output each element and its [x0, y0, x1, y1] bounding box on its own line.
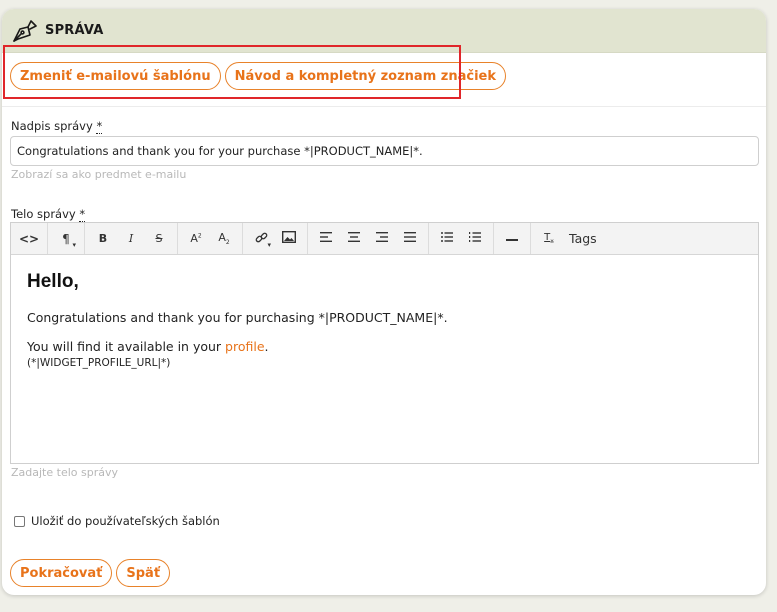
divider [2, 106, 766, 107]
dropdown-caret-icon: ▾ [267, 240, 271, 249]
link-button[interactable]: ▾ [247, 227, 275, 251]
subject-value: Congratulations and thank you for your p… [17, 144, 423, 158]
subscript-letter: A [218, 230, 226, 244]
align-left-button[interactable] [312, 227, 340, 251]
change-template-button[interactable]: Zmeniť e-mailovú šablónu [10, 62, 221, 90]
guide-button[interactable]: Návod a kompletný zoznam značiek [224, 62, 506, 90]
image-button[interactable] [275, 227, 303, 251]
clear-format-icon: Tx [544, 232, 554, 245]
source-code-button[interactable]: <> [15, 227, 43, 251]
align-right-button[interactable] [368, 227, 396, 251]
image-icon [281, 230, 297, 246]
content-heading: Hello, [27, 271, 79, 292]
align-justify-icon [404, 232, 416, 245]
template-actions: Zmeniť e-mailovú šablónu Návod a komplet… [10, 62, 506, 90]
bold-button[interactable]: B [89, 227, 117, 251]
required-mark: * [96, 119, 103, 134]
align-justify-button[interactable] [396, 227, 424, 251]
superscript-button[interactable]: A2 [182, 227, 210, 251]
subject-hint: Zobrazí sa ako predmet e-mailu [11, 168, 187, 181]
code-icon: <> [18, 231, 40, 246]
align-right-icon [376, 232, 388, 245]
bullet-list-icon [441, 232, 453, 245]
numbered-list-icon [469, 232, 481, 245]
subscript-button[interactable]: A2 [210, 227, 238, 251]
horizontal-rule-button[interactable] [498, 227, 526, 251]
editor-content[interactable]: Hello, Congratulations and thank you for… [11, 255, 758, 369]
horizontal-rule-icon [506, 232, 518, 245]
align-center-button[interactable] [340, 227, 368, 251]
pen-nib-icon [11, 18, 37, 44]
body-label: Telo správy * [11, 207, 86, 222]
paragraph-icon: ¶ [62, 231, 70, 246]
section-title: SPRÁVA [45, 23, 104, 38]
body-hint: Zadajte telo správy [11, 466, 118, 479]
align-center-icon [348, 232, 360, 245]
required-mark: * [79, 207, 86, 222]
save-template-label: Uložiť do používateľských šablón [31, 514, 220, 528]
subject-label-text: Nadpis správy [11, 119, 93, 133]
tags-button[interactable]: Tags [563, 227, 603, 251]
align-left-icon [320, 232, 332, 245]
content-line-2-suffix: . [264, 339, 269, 354]
content-line-2-text: You will find it available in your [27, 339, 226, 354]
numbered-list-button[interactable] [461, 227, 489, 251]
profile-link[interactable]: profile [225, 339, 264, 354]
strikethrough-icon: S [155, 232, 163, 245]
save-template-checkbox[interactable] [14, 515, 25, 527]
subject-input[interactable]: Congratulations and thank you for your p… [10, 136, 759, 166]
subscript-icon: A2 [218, 230, 230, 247]
bullet-list-button[interactable] [433, 227, 461, 251]
superscript-letter: A [190, 232, 198, 245]
form-actions: Pokračovať Späť [10, 559, 171, 587]
subject-label: Nadpis správy * [11, 119, 103, 134]
clear-format-button[interactable]: Tx [535, 227, 563, 251]
strikethrough-button[interactable]: S [145, 227, 173, 251]
content-line-1: Congratulations and thank you for purcha… [27, 310, 448, 325]
content-line-3: (*|WIDGET_PROFILE_URL|*) [27, 357, 171, 369]
message-card: SPRÁVA Zmeniť e-mailovú šablónu Návod a … [2, 9, 766, 595]
back-button[interactable]: Späť [116, 559, 171, 587]
continue-button[interactable]: Pokračovať [10, 559, 113, 587]
rich-text-editor: <> ¶ ▾ B I S A2 A2 ▾ Tx Tags Hello, Cong… [10, 222, 759, 464]
italic-icon: I [128, 232, 134, 245]
paragraph-button[interactable]: ¶ ▾ [52, 227, 80, 251]
superscript-icon: A2 [190, 232, 202, 245]
editor-toolbar: <> ¶ ▾ B I S A2 A2 ▾ Tx Tags [11, 223, 758, 255]
save-template-option[interactable]: Uložiť do používateľských šablón [14, 514, 220, 528]
body-label-text: Telo správy [11, 207, 76, 221]
italic-button[interactable]: I [117, 227, 145, 251]
bold-icon: B [98, 232, 108, 245]
link-icon [255, 231, 268, 247]
dropdown-caret-icon: ▾ [72, 240, 76, 249]
content-line-2: You will find it available in your profi… [27, 339, 742, 354]
card-header: SPRÁVA [2, 9, 766, 53]
